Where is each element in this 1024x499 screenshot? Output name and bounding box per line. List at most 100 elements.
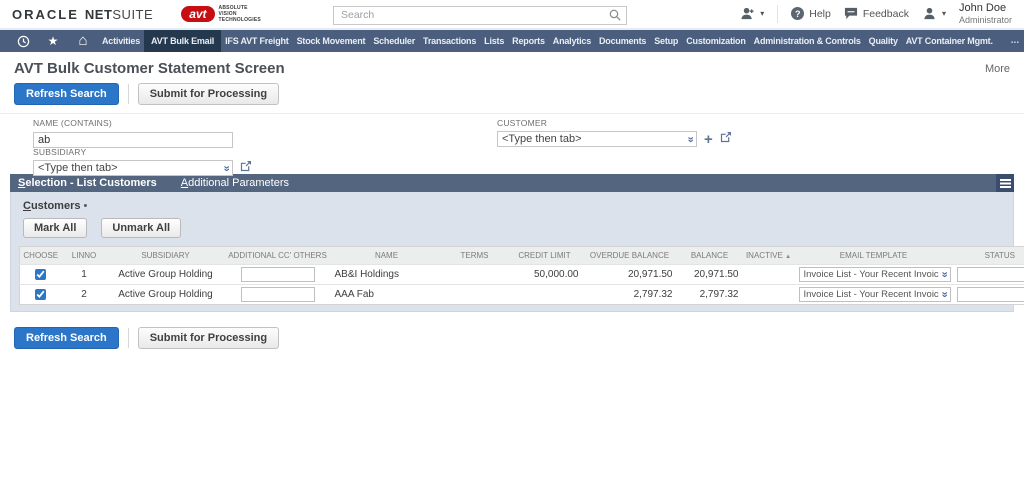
dropdown-chevron-icon: » (684, 136, 695, 142)
submit-for-processing-button[interactable]: Submit for Processing (138, 327, 279, 349)
feedback-bubble-icon (844, 7, 858, 20)
list-buttons: Mark All Unmark All (19, 218, 1005, 238)
table-row: 2 Active Group Holding AAA Fab 2,797.32 … (20, 285, 1024, 305)
subsidiary-dropdown[interactable]: <Type then tab> » (33, 160, 233, 176)
dropdown-chevron-icon: » (220, 165, 231, 171)
additional-cc-input[interactable] (241, 267, 315, 282)
netsuite-wordmark-light: SUITE (112, 7, 153, 22)
user-menu[interactable]: ▾ (922, 7, 946, 20)
help-icon: ? (791, 7, 804, 20)
caret-down-icon: ▾ (942, 10, 946, 18)
customers-panel: Customers• Mark All Unmark All CHOOSE LI… (10, 192, 1014, 312)
search-icon[interactable] (609, 8, 621, 26)
nav-menu: Activities AVT Bulk Email IFS AVT Freigh… (98, 30, 997, 52)
nav-item-activities[interactable]: Activities (98, 30, 144, 52)
subsidiary-value: <Type then tab> (38, 162, 118, 174)
col-header-name: NAME (331, 247, 443, 265)
more-link[interactable]: More (985, 60, 1010, 75)
nav-item-avt-bulk-email[interactable]: AVT Bulk Email (144, 30, 221, 52)
subsidiary-open-record-icon[interactable] (240, 159, 252, 177)
customer-add-icon[interactable]: + (704, 132, 713, 147)
status-input[interactable] (957, 287, 1024, 302)
home-icon[interactable]: ⌂ (68, 30, 98, 52)
refresh-search-button[interactable]: Refresh Search (14, 327, 119, 349)
unmark-all-button[interactable]: Unmark All (101, 218, 181, 238)
avt-logo: avt ABSOLUTE VISION TECHNOLOGIES (181, 5, 261, 23)
nav-item-scheduler[interactable]: Scheduler (369, 30, 419, 52)
customers-section-label: Customers• (19, 198, 1005, 218)
global-search-input[interactable] (333, 6, 627, 25)
subsidiary-field: SUBSIDIARY <Type then tab> » (33, 147, 252, 177)
title-bar: AVT Bulk Customer Statement Screen More (0, 52, 1024, 79)
overdue-balance-cell: 20,971.50 (583, 265, 677, 285)
nav-overflow-ellipsis[interactable]: ... (997, 30, 1024, 52)
col-header-balance: BALANCE (677, 247, 743, 265)
nav-item-documents[interactable]: Documents (595, 30, 650, 52)
col-header-additional-cc: ADDITIONAL CC' OTHERS (225, 247, 331, 265)
customer-label: CUSTOMER (497, 118, 732, 128)
nav-item-transactions[interactable]: Transactions (419, 30, 480, 52)
global-search (333, 5, 627, 24)
submit-for-processing-button[interactable]: Submit for Processing (138, 83, 279, 105)
page-title: AVT Bulk Customer Statement Screen (14, 60, 285, 77)
name-contains-label: NAME (CONTAINS) (33, 118, 233, 128)
additional-cc-input[interactable] (241, 287, 315, 302)
add-person-icon (740, 7, 755, 20)
name-contains-field: NAME (CONTAINS) (33, 118, 233, 148)
dropdown-chevron-icon: » (939, 271, 950, 277)
main-navigation: ★ ⌂ Activities AVT Bulk Email IFS AVT Fr… (0, 30, 1024, 52)
customer-dropdown[interactable]: <Type then tab> » (497, 131, 697, 147)
col-header-credit-limit: CREDIT LIMIT (507, 247, 583, 265)
refresh-search-button[interactable]: Refresh Search (14, 83, 119, 105)
inactive-cell (743, 285, 795, 305)
mark-all-button[interactable]: Mark All (23, 218, 87, 238)
table-header-row: CHOOSE LINNO SUBSIDIARY ADDITIONAL CC' O… (20, 247, 1024, 265)
credit-limit-cell (507, 285, 583, 305)
nav-item-lists[interactable]: Lists (480, 30, 508, 52)
nav-quick-icons: ★ ⌂ (0, 30, 98, 52)
nav-item-analytics[interactable]: Analytics (549, 30, 595, 52)
nav-item-reports[interactable]: Reports (508, 30, 549, 52)
nav-item-avt-container-mgmt[interactable]: AVT Container Mgmt. (902, 30, 997, 52)
nav-item-quality[interactable]: Quality (865, 30, 902, 52)
quick-add-menu[interactable]: ▾ (740, 7, 764, 20)
choose-checkbox[interactable] (35, 289, 46, 300)
col-header-subsidiary: SUBSIDIARY (107, 247, 225, 265)
col-header-status: STATUS (953, 247, 1024, 265)
recent-records-clock-icon[interactable] (8, 30, 38, 52)
status-input[interactable] (957, 267, 1024, 282)
nav-item-administration-controls[interactable]: Administration & Controls (750, 30, 865, 52)
oracle-wordmark: ORACLE (12, 7, 79, 22)
inactive-cell (743, 265, 795, 285)
choose-checkbox[interactable] (35, 269, 46, 280)
col-header-linno: LINNO (62, 247, 107, 265)
bottom-action-bar: Refresh Search Submit for Processing (0, 312, 1024, 364)
email-template-dropdown[interactable]: Invoice List - Your Recent Invoic » (799, 287, 951, 302)
nav-item-customization[interactable]: Customization (682, 30, 749, 52)
customer-open-record-icon[interactable] (720, 130, 732, 148)
top-header: ORACLE NET SUITE avt ABSOLUTE VISION TEC… (0, 0, 1024, 30)
button-divider (128, 328, 129, 348)
filter-fields: NAME (CONTAINS) SUBSIDIARY <Type then ta… (14, 118, 1010, 174)
user-role: Administrator (959, 15, 1012, 26)
sort-ascending-icon: ▲ (785, 254, 791, 260)
help-link[interactable]: ? Help (791, 7, 831, 20)
terms-cell (443, 285, 507, 305)
shortcuts-star-icon[interactable]: ★ (38, 30, 68, 52)
name-contains-input[interactable] (33, 132, 233, 148)
email-template-dropdown[interactable]: Invoice List - Your Recent Invoic » (799, 267, 951, 282)
col-header-overdue-balance: OVERDUE BALANCE (583, 247, 677, 265)
col-header-terms: TERMS (443, 247, 507, 265)
nav-item-ifs-avt-freight[interactable]: IFS AVT Freight (221, 30, 293, 52)
header-utilities: ▾ ? Help Feedback ▾ John Doe Administrat… (740, 2, 1012, 26)
list-view-icon[interactable] (996, 174, 1014, 192)
nav-item-stock-movement[interactable]: Stock Movement (293, 30, 370, 52)
dropdown-chevron-icon: » (939, 291, 950, 297)
credit-limit-cell: 50,000.00 (507, 265, 583, 285)
name-cell: AAA Fab (331, 285, 443, 305)
nav-item-setup[interactable]: Setup (650, 30, 682, 52)
customer-value: <Type then tab> (502, 133, 582, 145)
feedback-link[interactable]: Feedback (844, 7, 909, 20)
col-header-inactive[interactable]: INACTIVE ▲ (743, 247, 795, 265)
name-cell: AB&I Holdings (331, 265, 443, 285)
